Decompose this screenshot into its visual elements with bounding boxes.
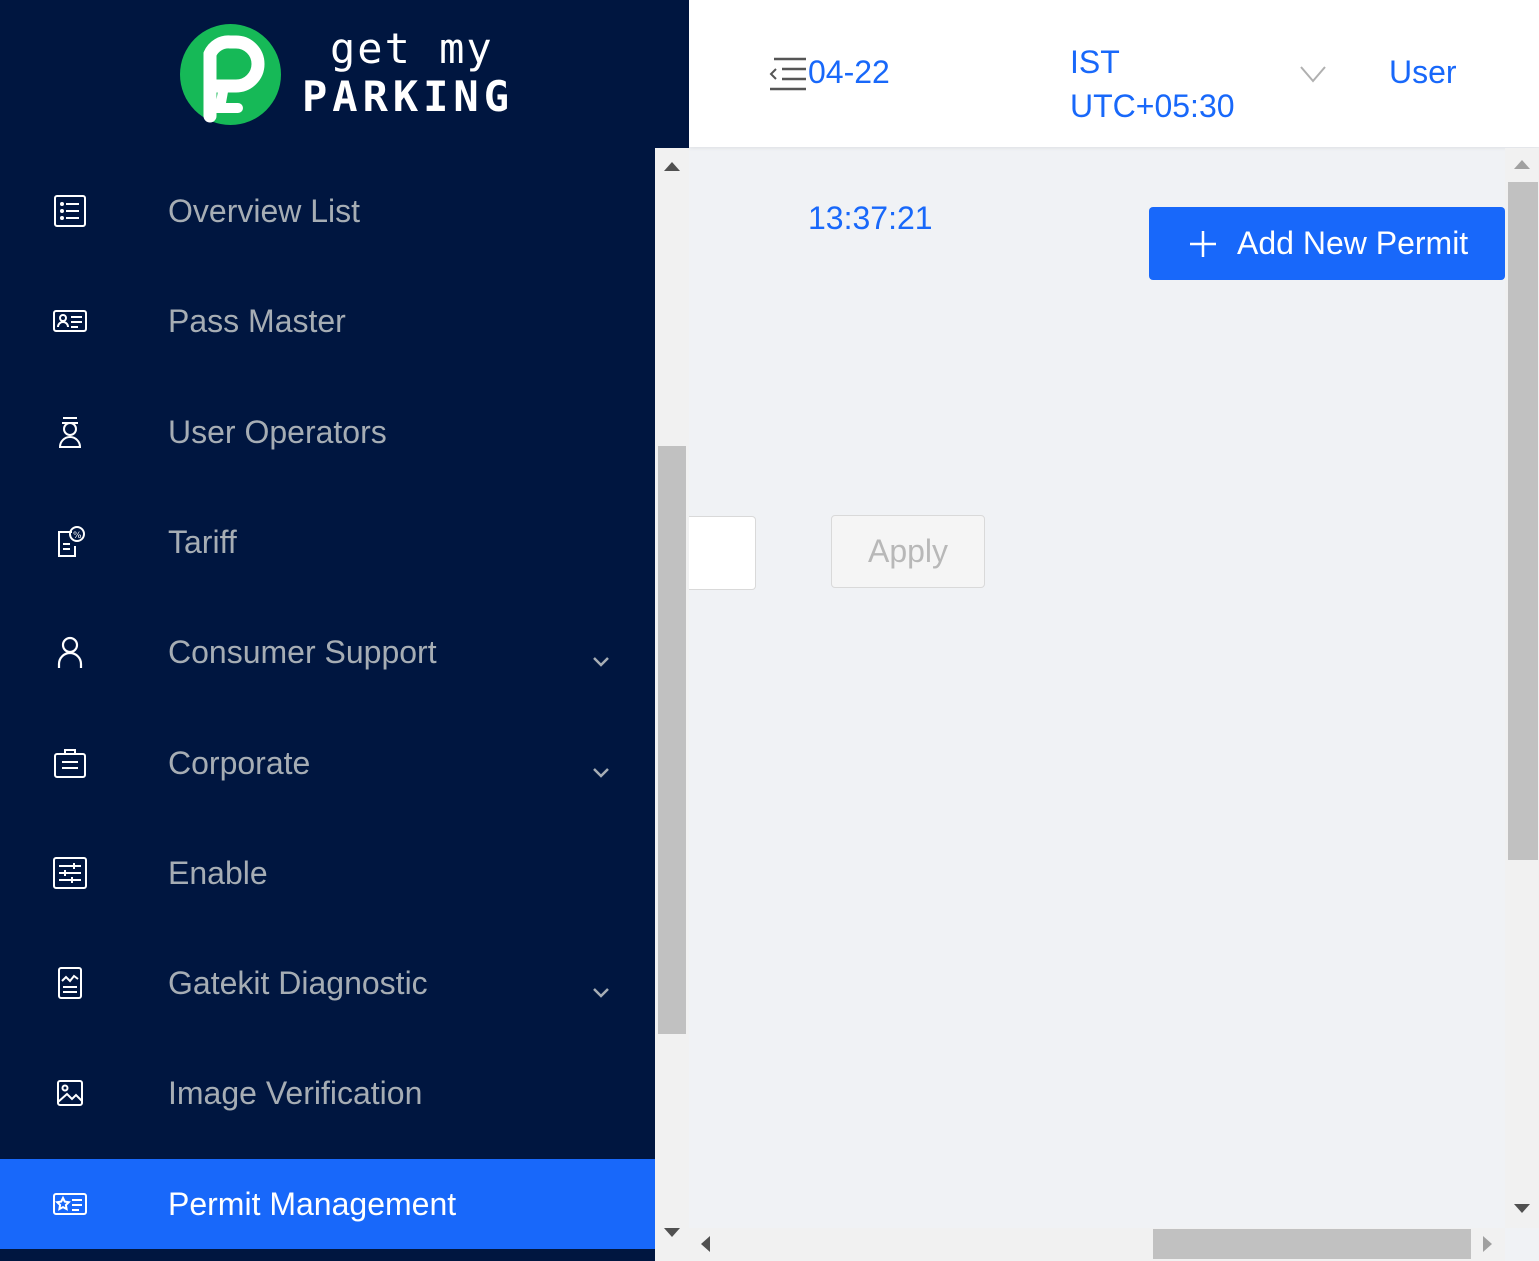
- sidebar-item-overview-list[interactable]: Overview List: [0, 166, 655, 256]
- scroll-down-arrow-icon[interactable]: [664, 1228, 680, 1237]
- sidebar-item-corporate[interactable]: Corporate: [0, 718, 655, 808]
- image-icon: [52, 1075, 88, 1111]
- brand-wordmark: get my PARKING: [302, 26, 514, 122]
- briefcase-icon: [52, 745, 88, 781]
- sidebar-item-pass-master[interactable]: Pass Master: [0, 276, 655, 366]
- scroll-up-arrow-icon[interactable]: [664, 162, 680, 171]
- sidebar-item-label: Overview List: [168, 192, 361, 229]
- sidebar-scrollbar-thumb[interactable]: [658, 446, 686, 1034]
- sidebar-menu: Overview List Pass Master User Operators…: [0, 148, 655, 1261]
- sidebar-item-label: Gatekit Diagnostic: [168, 964, 428, 1001]
- timezone-abbr: IST: [1070, 44, 1120, 80]
- chevron-down-icon[interactable]: [588, 753, 614, 778]
- sidebar-item-label: Tariff: [168, 523, 237, 560]
- svg-text:%: %: [73, 531, 82, 541]
- add-new-permit-label: Add New Permit: [1237, 225, 1469, 261]
- sidebar-item-consumer-support[interactable]: Consumer Support: [0, 607, 655, 697]
- sidebar-item-tariff[interactable]: % Tariff: [0, 497, 655, 587]
- sidebar-item-label: Permit Management: [168, 1185, 457, 1222]
- brand-line1: get my: [330, 24, 494, 73]
- apply-button[interactable]: Apply: [831, 515, 985, 588]
- timezone-selector[interactable]: IST UTC+05:30: [1070, 40, 1235, 128]
- sidebar: get my PARKING Overview List Pass Master…: [0, 0, 689, 1261]
- id-card-icon: [52, 303, 88, 339]
- sidebar-item-label: Corporate: [168, 744, 311, 781]
- brand-line2: PARKING: [302, 72, 515, 121]
- sidebar-item-permit-management[interactable]: Permit Management: [0, 1159, 655, 1249]
- sidebar-item-label: Enable: [168, 854, 268, 891]
- chevron-down-icon[interactable]: [588, 642, 614, 667]
- add-new-permit-button[interactable]: Add New Permit: [1149, 207, 1505, 280]
- menu-collapse-icon[interactable]: [768, 56, 808, 92]
- sidebar-item-user-operators[interactable]: User Operators: [0, 387, 655, 477]
- permit-card-icon: [52, 1186, 88, 1222]
- diagnostic-icon: [52, 965, 88, 1001]
- chevron-down-icon[interactable]: [1298, 64, 1328, 84]
- scroll-up-arrow-icon[interactable]: [1514, 160, 1530, 169]
- operator-icon: [52, 414, 88, 450]
- header-date: 04-22: [808, 54, 890, 90]
- scroll-right-arrow-icon[interactable]: [1483, 1236, 1492, 1252]
- sidebar-item-label: Consumer Support: [168, 633, 437, 670]
- content-vertical-scrollbar-thumb[interactable]: [1508, 182, 1538, 860]
- user-icon: [52, 634, 88, 670]
- sidebar-item-label: Image Verification: [168, 1074, 423, 1111]
- sidebar-item-label: User Operators: [168, 413, 387, 450]
- sidebar-item-label: Pass Master: [168, 302, 346, 339]
- plus-icon: [1189, 229, 1217, 257]
- timezone-offset: UTC+05:30: [1070, 88, 1235, 124]
- list-icon: [52, 193, 88, 229]
- sidebar-item-enable[interactable]: Enable: [0, 828, 655, 918]
- user-menu[interactable]: User: [1389, 54, 1457, 91]
- current-time: 13:37:21: [808, 200, 933, 236]
- scroll-down-arrow-icon[interactable]: [1514, 1204, 1530, 1213]
- tariff-icon: %: [52, 524, 88, 560]
- sliders-icon: [52, 855, 88, 891]
- chevron-down-icon[interactable]: [588, 973, 614, 998]
- sidebar-item-image-verification[interactable]: Image Verification: [0, 1048, 655, 1138]
- content-horizontal-scrollbar-thumb[interactable]: [1153, 1229, 1471, 1259]
- scroll-left-arrow-icon[interactable]: [701, 1236, 710, 1252]
- sidebar-item-gatekit-diagnostic[interactable]: Gatekit Diagnostic: [0, 938, 655, 1028]
- logo-mark-icon: [180, 24, 281, 125]
- filter-input[interactable]: [689, 516, 756, 590]
- brand-logo[interactable]: get my PARKING: [180, 24, 510, 128]
